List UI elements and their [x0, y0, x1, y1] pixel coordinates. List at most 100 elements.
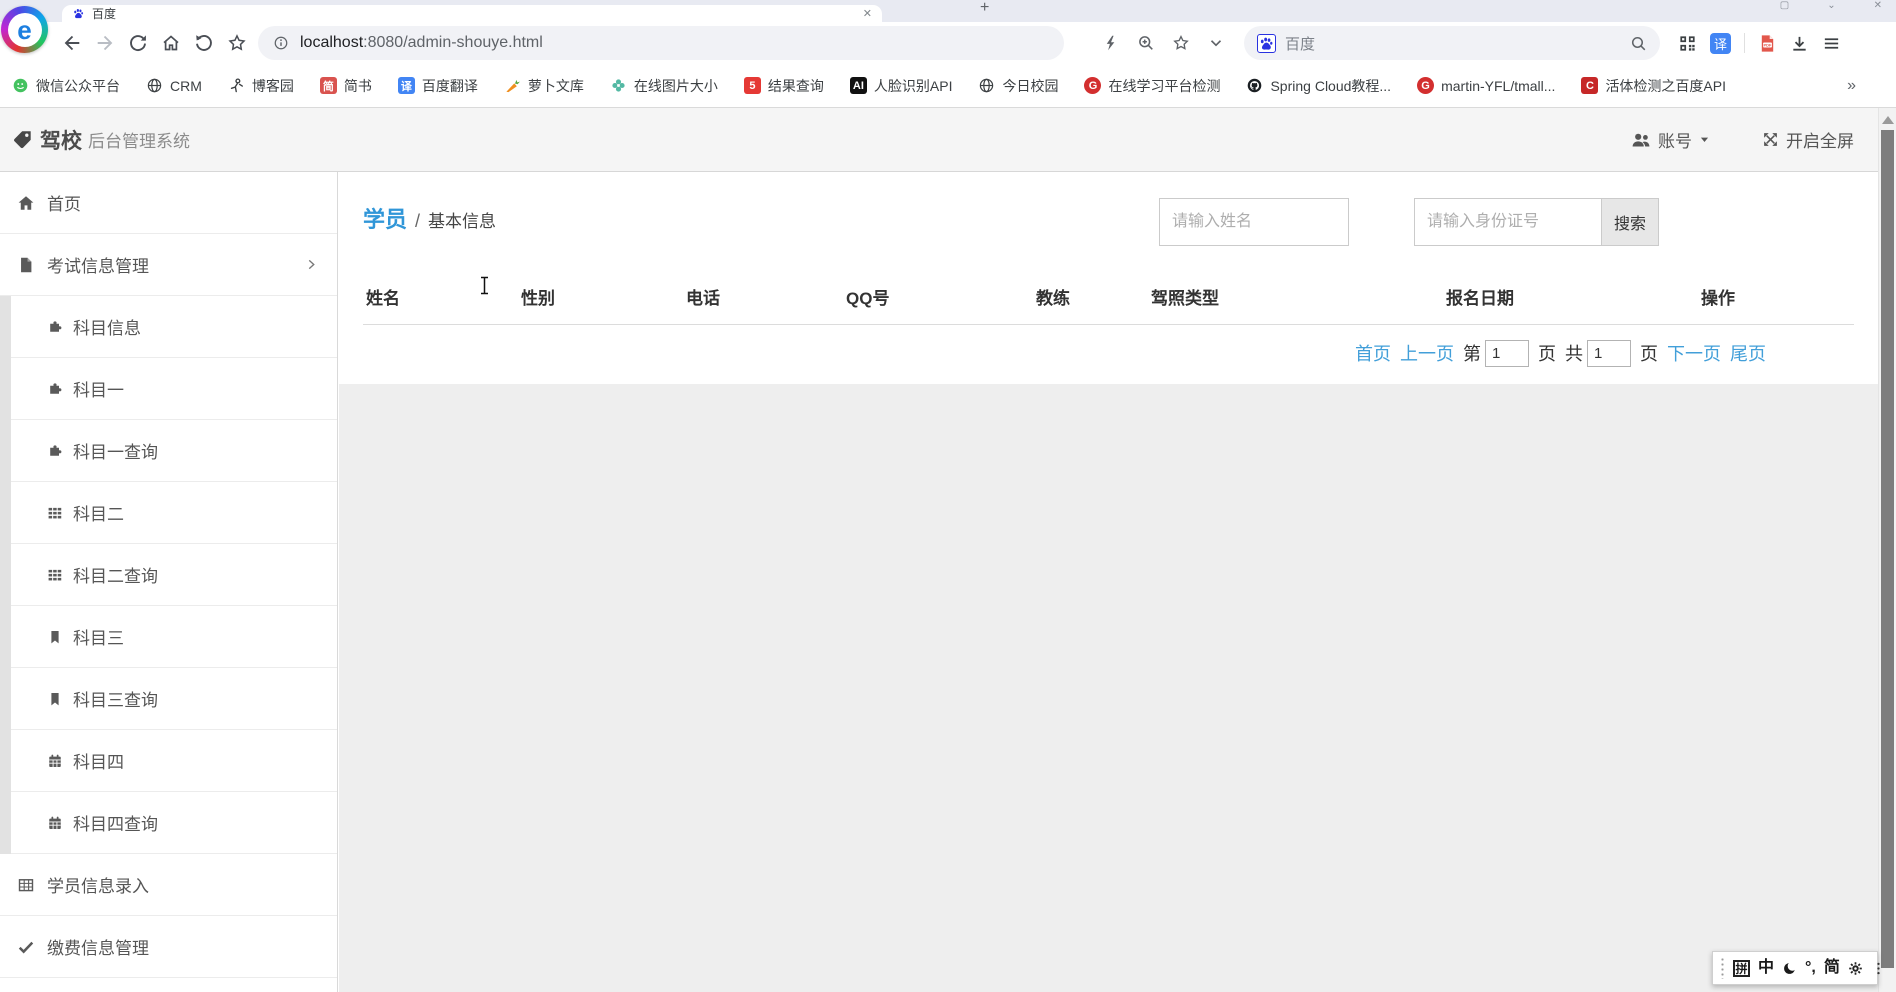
qr-apps-icon[interactable] — [1678, 34, 1697, 53]
tab-favicon-icon — [72, 7, 85, 20]
table-column-header: 驾照类型 — [1151, 284, 1446, 309]
search-button[interactable]: 搜索 — [1602, 198, 1659, 246]
table-column-header: 操作 — [1701, 284, 1854, 309]
scrollbar-up-arrow-icon[interactable] — [1882, 116, 1894, 124]
account-label: 账号 — [1658, 127, 1692, 152]
sidebar-item[interactable]: 科目二查询 — [11, 544, 337, 606]
bookmark-item[interactable]: 译百度翻译 — [398, 76, 478, 96]
bookmark-item[interactable]: 简简书 — [320, 76, 372, 96]
pagination-next[interactable]: 下一页 — [1667, 340, 1721, 366]
sidebar-item[interactable]: 科目信息 — [11, 296, 337, 358]
breadcrumb-primary: 学员 — [363, 202, 407, 234]
search-engine-box[interactable]: 百度 — [1244, 26, 1660, 60]
tab-close-icon[interactable]: ✕ — [863, 7, 872, 20]
pagination-first[interactable]: 首页 — [1355, 340, 1391, 366]
page-scrollbar[interactable] — [1878, 108, 1896, 992]
id-search-input[interactable] — [1414, 198, 1602, 246]
pdf-icon[interactable]: PDF — [1758, 34, 1777, 53]
bookmarks-overflow-icon[interactable]: » — [1847, 77, 1884, 95]
more-icon[interactable] — [1871, 961, 1886, 976]
reload-icon[interactable] — [128, 33, 148, 53]
expand-arrows-icon — [1762, 131, 1779, 148]
sidebar-item[interactable]: 首页 — [0, 172, 337, 234]
search-icon[interactable] — [1630, 35, 1647, 52]
window-menu-icon[interactable]: ⌄ — [1827, 0, 1835, 12]
window-close-icon[interactable]: ✕ — [1874, 0, 1882, 12]
sidebar-item[interactable]: 科目三 — [11, 606, 337, 668]
ime-item[interactable]: 简 — [1824, 960, 1840, 976]
bookmark-item[interactable]: AI人脸识别API — [850, 76, 953, 96]
menu-hamburger-icon[interactable] — [1822, 34, 1841, 53]
zoom-in-icon[interactable] — [1137, 34, 1155, 52]
gear-icon[interactable] — [1848, 961, 1863, 976]
bookmark-item[interactable]: C活体检测之百度API — [1581, 76, 1726, 96]
url-path: :8080/admin-shouye.html — [363, 34, 543, 52]
sidebar-item[interactable]: 科目四查询 — [11, 792, 337, 854]
site-info-icon[interactable] — [273, 35, 289, 51]
sidebar-item[interactable]: 缴费信息管理 — [0, 916, 337, 978]
lightning-icon[interactable] — [1102, 34, 1120, 52]
name-search-input[interactable] — [1159, 198, 1349, 246]
bookmark-item[interactable]: 今日校园 — [978, 76, 1058, 96]
ime-toolbar[interactable]: 拼中 °, 简 — [1712, 951, 1878, 985]
sidebar-item[interactable]: 科目一查询 — [11, 420, 337, 482]
sidebar-item[interactable]: 科目三查询 — [11, 668, 337, 730]
bookmark-item[interactable]: Gmartin-YFL/tmall... — [1417, 77, 1555, 94]
sidebar-item[interactable]: 学员信息录入 — [0, 854, 337, 916]
sidebar-item[interactable]: 科目一 — [11, 358, 337, 420]
content-card: 学员 / 基本信息 搜索 姓名性别电话QQ号教练驾照类型报名日期操作 首页 上一… — [339, 172, 1878, 384]
browser-logo[interactable]: e — [1, 6, 48, 53]
ime-item[interactable]: °, — [1805, 960, 1816, 976]
browser-logo-letter: e — [8, 13, 42, 47]
pagination-total-unit: 页 — [1640, 340, 1658, 366]
pagination-last[interactable]: 尾页 — [1730, 340, 1766, 366]
scrollbar-thumb[interactable] — [1881, 130, 1894, 968]
url-host: localhost — [300, 34, 363, 52]
breadcrumb-separator: / — [415, 211, 420, 232]
favorites-star-icon[interactable] — [227, 33, 247, 53]
bookmark-item[interactable]: 5结果查询 — [744, 76, 824, 96]
wechat-icon — [12, 77, 29, 94]
undo-closed-tab-icon[interactable] — [194, 33, 214, 53]
chevron-down-icon[interactable] — [1207, 34, 1225, 52]
address-bar[interactable]: localhost:8080/admin-shouye.html — [258, 26, 1064, 60]
file-icon — [17, 256, 35, 274]
puzzle-icon — [47, 443, 63, 459]
pagination-page-input[interactable] — [1485, 340, 1529, 367]
moon-icon[interactable] — [1782, 961, 1797, 976]
home-icon[interactable] — [161, 33, 181, 53]
ime-item[interactable]: 拼 — [1733, 960, 1750, 977]
bookmark-item[interactable]: Spring Cloud教程... — [1246, 76, 1391, 96]
bookmark-label: Spring Cloud教程... — [1270, 76, 1391, 96]
brand: 驾校 后台管理系统 — [12, 108, 190, 171]
browser-tab[interactable]: 百度 ✕ — [62, 5, 882, 22]
bookmark-item[interactable]: 在线图片大小 — [610, 76, 718, 96]
bookmark-badge-icon: G — [1084, 77, 1101, 94]
forward-icon[interactable] — [95, 33, 115, 53]
ime-drag-handle[interactable] — [1720, 957, 1725, 979]
sidebar-item-label: 科目信息 — [73, 314, 141, 339]
pagination: 首页 上一页 第 页 共 页 下一页 尾页 — [1355, 332, 1766, 374]
bookmark-item[interactable]: 萝卜文库 — [504, 76, 584, 96]
bookmark-star-icon[interactable] — [1172, 34, 1190, 52]
calendar-icon — [47, 753, 63, 769]
table-divider — [363, 324, 1854, 325]
table-header-row: 姓名性别电话QQ号教练驾照类型报名日期操作 — [366, 274, 1854, 318]
sidebar-item[interactable]: 科目二 — [11, 482, 337, 544]
download-icon[interactable] — [1790, 34, 1809, 53]
sidebar-item[interactable]: 考试信息管理 — [0, 234, 337, 296]
translate-icon[interactable]: 译 — [1710, 33, 1731, 54]
bookmark-item[interactable]: CRM — [146, 77, 202, 94]
sidebar-item[interactable]: 科目四 — [11, 730, 337, 792]
fullscreen-toggle[interactable]: 开启全屏 — [1762, 108, 1854, 171]
window-restore-icon[interactable]: ▢ — [1780, 0, 1789, 12]
bookmark-item[interactable]: 博客园 — [228, 76, 294, 96]
bookmark-item[interactable]: G在线学习平台检测 — [1084, 76, 1220, 96]
bookmark-item[interactable]: 微信公众平台 — [12, 76, 120, 96]
pagination-prev[interactable]: 上一页 — [1400, 340, 1454, 366]
back-icon[interactable] — [62, 33, 82, 53]
pagination-total-input[interactable] — [1587, 340, 1631, 367]
ime-item[interactable]: 中 — [1758, 960, 1774, 976]
account-menu[interactable]: 账号 — [1631, 108, 1710, 171]
new-tab-button[interactable]: + — [980, 0, 989, 17]
